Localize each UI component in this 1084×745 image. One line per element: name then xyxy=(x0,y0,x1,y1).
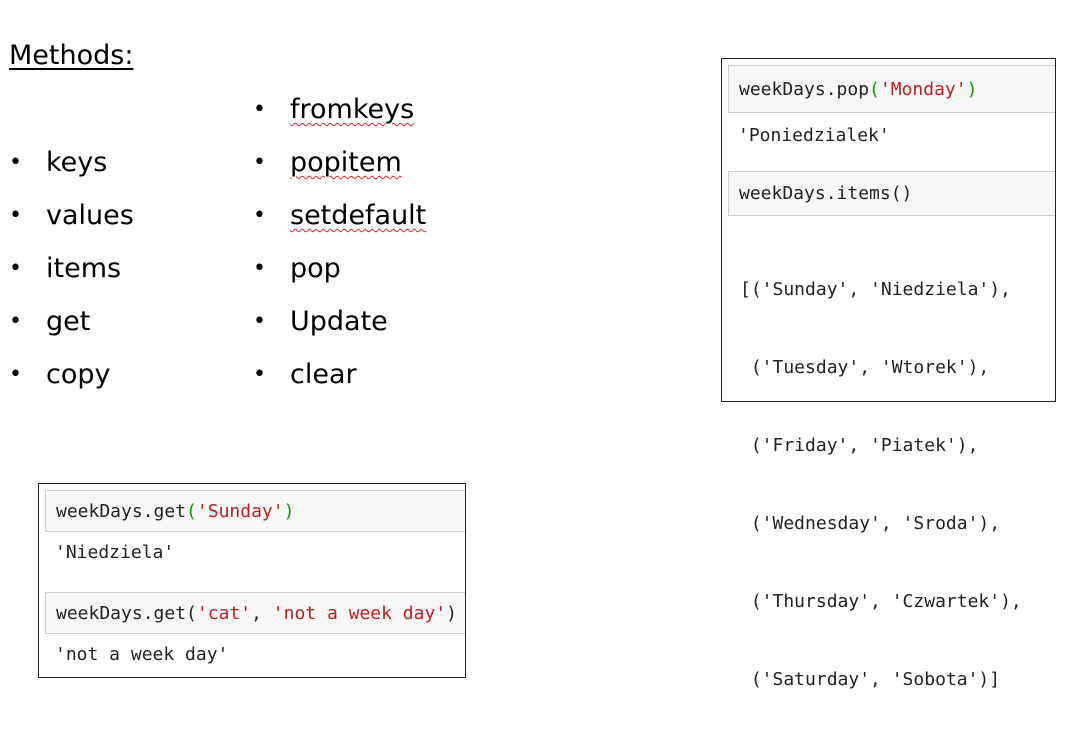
methods-list-right: • fromkeys • popitem • setdefault • pop • Upd… xyxy=(253,94,426,412)
output-line: ('Thursday', 'Czwartek'), xyxy=(740,591,1022,612)
output-line: ('Wednesday', 'Sroda'), xyxy=(740,513,1001,534)
code-string: 'not a week day' xyxy=(272,602,447,624)
notebook-screenshot-get: weekDays.get('Sunday') 'Niedziela' weekD… xyxy=(38,483,466,678)
bullet-icon: • xyxy=(253,309,266,334)
list-item: • popitem xyxy=(253,147,426,200)
bullet-icon: • xyxy=(253,362,266,387)
method-name: popitem xyxy=(290,147,402,178)
code-input-cell: weekDays.get('Sunday') xyxy=(45,490,465,532)
code-paren: ( xyxy=(869,78,880,100)
bullet-icon: • xyxy=(9,150,22,175)
output-line: ('Saturday', 'Sobota')] xyxy=(740,669,1001,690)
code-input-cell: weekDays.items() xyxy=(728,171,1055,216)
method-name: values xyxy=(46,200,134,231)
code-output-cell: 'Poniedzialek' xyxy=(738,124,890,146)
code-string: 'Sunday' xyxy=(196,500,284,522)
method-name: Update xyxy=(290,306,388,337)
bullet-icon: • xyxy=(253,203,266,228)
methods-list-left: • keys • values • items • get • copy xyxy=(9,147,134,412)
code-input-cell: weekDays.get('cat', 'not a week day') xyxy=(45,592,465,634)
code-string: 'Monday' xyxy=(879,78,967,100)
bullet-icon: • xyxy=(9,256,22,281)
list-item: • get xyxy=(9,306,134,359)
list-item: • copy xyxy=(9,359,134,412)
code-text: ) xyxy=(446,602,457,624)
method-name: pop xyxy=(290,253,341,284)
bullet-icon: • xyxy=(9,309,22,334)
code-output-cell: [('Sunday', 'Niedziela'), ('Tuesday', 'W… xyxy=(728,216,1055,745)
list-item: • fromkeys xyxy=(253,94,426,147)
bullet-icon: • xyxy=(253,150,266,175)
code-paren: ) xyxy=(966,78,978,100)
code-text: weekDays.get xyxy=(56,500,187,522)
method-name: keys xyxy=(46,147,108,178)
list-item: • clear xyxy=(253,359,426,412)
list-item: • values xyxy=(9,200,134,253)
method-name: setdefault xyxy=(290,200,427,231)
bullet-icon: • xyxy=(253,256,266,281)
method-name: clear xyxy=(290,359,357,390)
bullet-icon: • xyxy=(253,97,266,122)
code-string: 'cat' xyxy=(196,602,252,624)
code-text: , xyxy=(251,602,273,624)
code-text: weekDays.pop xyxy=(739,78,870,100)
code-input-cell: weekDays.pop('Monday') xyxy=(728,65,1055,113)
code-paren: ( xyxy=(186,500,197,522)
list-item: • pop xyxy=(253,253,426,306)
list-item: • setdefault xyxy=(253,200,426,253)
bullet-icon: • xyxy=(9,362,22,387)
code-output-cell: 'not a week day' xyxy=(55,643,229,665)
bullet-icon: • xyxy=(9,203,22,228)
list-item: • Update xyxy=(253,306,426,359)
code-paren: ) xyxy=(283,500,295,522)
output-line: ('Friday', 'Piatek'), xyxy=(740,435,979,456)
slide-title: Methods: xyxy=(9,40,134,71)
output-line: ('Tuesday', 'Wtorek'), xyxy=(740,357,990,378)
output-line: [('Sunday', 'Niedziela'), xyxy=(740,279,1011,300)
list-item: • items xyxy=(9,253,134,306)
code-text: weekDays.get( xyxy=(56,602,197,624)
notebook-screenshot-pop-items: weekDays.pop('Monday') 'Poniedzialek' we… xyxy=(721,58,1056,690)
method-name: items xyxy=(46,253,122,284)
code-output-cell: 'Niedziela' xyxy=(55,541,175,563)
method-name: get xyxy=(46,306,91,337)
method-name: fromkeys xyxy=(290,94,415,125)
method-name: copy xyxy=(46,359,111,390)
list-item: • keys xyxy=(9,147,134,200)
